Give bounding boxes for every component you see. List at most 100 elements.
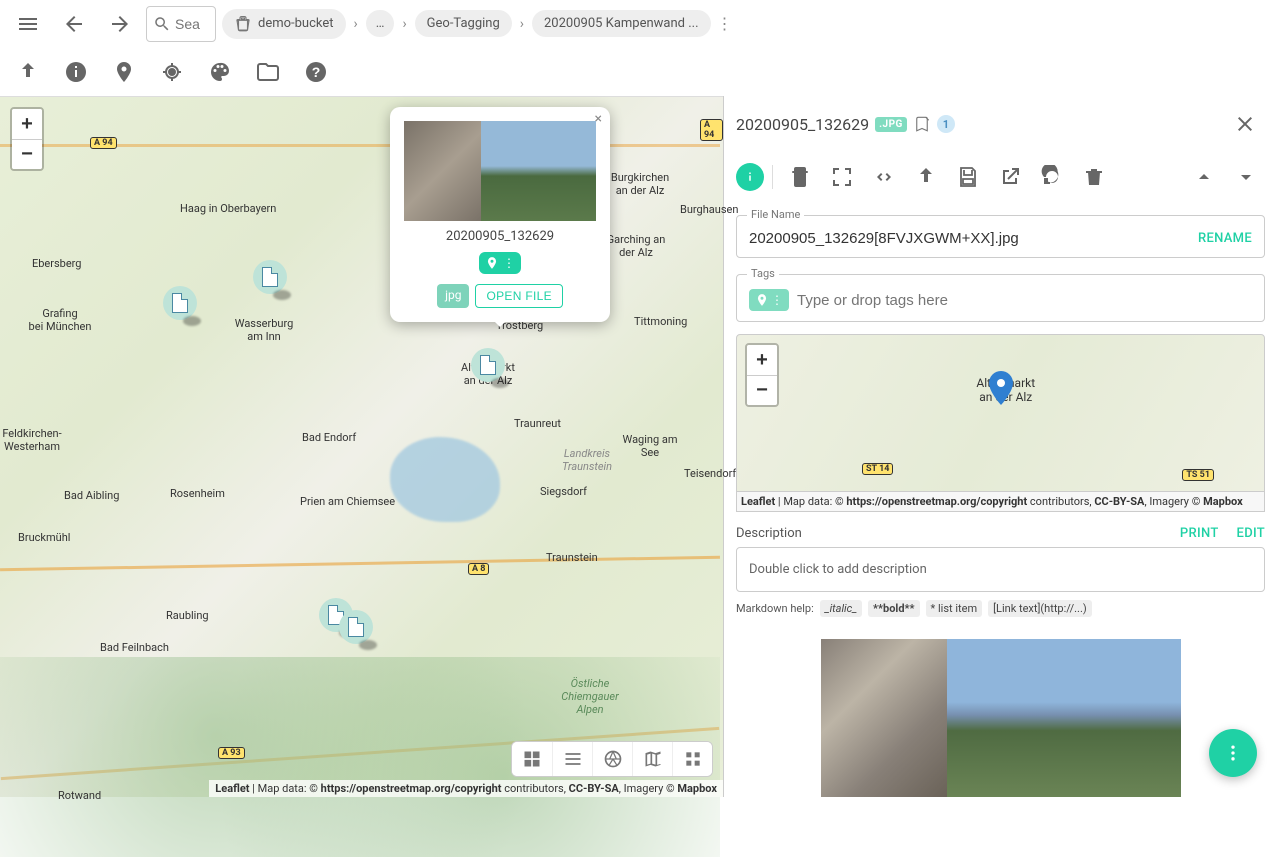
city-label: Garching an der Alz xyxy=(607,233,666,259)
folder-button[interactable] xyxy=(248,52,288,92)
breadcrumb-bucket-label: demo-bucket xyxy=(258,16,334,31)
map-attribution: Leaflet | Map data: © https://openstreet… xyxy=(209,780,723,797)
panel-header: 20200905_132629 .JPG 1 xyxy=(724,96,1277,152)
search-input[interactable] xyxy=(175,16,205,32)
fullscreen-button[interactable] xyxy=(823,158,861,196)
breadcrumb-menu-button[interactable]: ⋮ xyxy=(715,14,735,33)
city-label: Grafing bei München xyxy=(29,307,92,333)
print-button[interactable]: PRINT xyxy=(1180,526,1219,541)
popup-title: 20200905_132629 xyxy=(404,229,596,244)
map-file-marker[interactable] xyxy=(253,260,287,294)
main-map[interactable]: A 94 A 94 A 8 A 93 Haag in Oberbayern Eb… xyxy=(0,96,723,797)
tag-location-chip[interactable]: ⋮ xyxy=(749,289,789,311)
city-label: Burgkirchen an der Alz xyxy=(611,171,669,197)
city-label: Bad Aibling xyxy=(64,489,119,502)
mini-zoom-in[interactable]: + xyxy=(747,345,777,375)
map-file-marker[interactable] xyxy=(163,286,197,320)
city-label: Haag in Oberbayern xyxy=(180,202,276,215)
panel-close-button[interactable] xyxy=(1225,104,1265,144)
svg-text:?: ? xyxy=(312,64,321,80)
panel-title: 20200905_132629 xyxy=(736,115,869,134)
view-grid-button[interactable] xyxy=(512,742,552,776)
view-aperture-button[interactable] xyxy=(592,742,632,776)
popup-thumbnail[interactable] xyxy=(404,121,596,221)
map-tiles: A 94 A 94 A 8 A 93 Haag in Oberbayern Eb… xyxy=(0,97,723,797)
map-file-marker-active[interactable] xyxy=(471,348,505,382)
info-button[interactable] xyxy=(56,52,96,92)
tags-label: Tags xyxy=(747,267,779,280)
breadcrumb-file[interactable]: 20200905 Kampenwand ... xyxy=(532,10,711,37)
ext-badge: .JPG xyxy=(875,117,907,132)
mini-map-pin xyxy=(989,371,1013,405)
bookmark-icon[interactable] xyxy=(913,115,931,133)
topbar: demo-bucket › … › Geo-Tagging › 20200905… xyxy=(0,0,1277,48)
clipboard-button[interactable] xyxy=(781,158,819,196)
breadcrumb-ellipsis[interactable]: … xyxy=(366,10,395,37)
open-external-button[interactable] xyxy=(991,158,1029,196)
menu-button[interactable] xyxy=(8,4,48,44)
popup-location-badge[interactable]: ⋮ xyxy=(479,252,521,274)
description-label: Description xyxy=(736,526,802,541)
more-icon: ⋮ xyxy=(771,293,783,307)
code-button[interactable] xyxy=(865,158,903,196)
prev-item-button[interactable] xyxy=(1185,158,1223,196)
upload-button[interactable] xyxy=(907,158,945,196)
road-shield-a94b: A 94 xyxy=(700,119,723,141)
city-label: Ebersberg xyxy=(32,257,81,270)
palette-button[interactable] xyxy=(200,52,240,92)
image-preview[interactable] xyxy=(821,639,1181,797)
popup-ext-chip: jpg xyxy=(437,284,469,308)
road-shield-a94: A 94 xyxy=(90,137,117,149)
map-toolbar: ? xyxy=(0,48,1277,96)
help-button[interactable]: ? xyxy=(296,52,336,92)
view-list-button[interactable] xyxy=(552,742,592,776)
tags-input[interactable] xyxy=(797,292,1252,309)
search-field[interactable] xyxy=(146,6,216,42)
save-button[interactable] xyxy=(949,158,987,196)
tags-field: Tags ⋮ xyxy=(736,274,1265,322)
md-link-chip: [Link text](http://...) xyxy=(988,600,1092,617)
view-tree-button[interactable] xyxy=(672,742,712,776)
nav-back-button[interactable] xyxy=(54,4,94,44)
pin-icon xyxy=(485,256,499,270)
detail-mini-map[interactable]: + − Altenmarkt an der Alz ST 14 TS 51 xyxy=(736,334,1265,492)
breadcrumb-folder[interactable]: Geo-Tagging xyxy=(415,10,512,37)
city-label: Burghausen xyxy=(680,203,738,216)
city-label: Bad Endorf xyxy=(302,431,356,444)
next-item-button[interactable] xyxy=(1227,158,1265,196)
view-map-button[interactable] xyxy=(632,742,672,776)
refresh-button[interactable] xyxy=(1033,158,1071,196)
locate-me-button[interactable] xyxy=(152,52,192,92)
map-view-switcher xyxy=(511,741,713,777)
search-icon xyxy=(153,15,171,33)
breadcrumb-bucket[interactable]: demo-bucket xyxy=(222,9,346,39)
city-label: Bad Feilnbach xyxy=(100,641,169,654)
breadcrumb-sep: › xyxy=(518,16,526,32)
city-label: Traunreut xyxy=(514,417,561,430)
road-shield-a93: A 93 xyxy=(218,747,245,759)
city-label: Waging am See xyxy=(622,433,677,459)
filename-input[interactable] xyxy=(749,230,1190,247)
city-label: Rosenheim xyxy=(170,487,225,500)
map-file-marker[interactable] xyxy=(339,610,373,644)
nav-forward-button[interactable] xyxy=(100,4,140,44)
details-panel: 20200905_132629 .JPG 1 xyxy=(723,96,1277,797)
edit-button[interactable]: EDIT xyxy=(1237,526,1265,541)
location-pin-button[interactable] xyxy=(104,52,144,92)
city-label: Bruckmühl xyxy=(18,531,70,544)
delete-button[interactable] xyxy=(1075,158,1113,196)
mini-zoom-out[interactable]: − xyxy=(747,375,777,405)
zoom-in-button[interactable]: + xyxy=(12,109,42,139)
description-box[interactable]: Double click to add description xyxy=(736,547,1265,592)
panel-info-tab[interactable] xyxy=(736,163,764,191)
rename-button[interactable]: RENAME xyxy=(1198,231,1252,246)
city-label: Siegsdorf xyxy=(540,485,587,498)
filename-label: File Name xyxy=(747,208,804,221)
zoom-out-button[interactable]: − xyxy=(12,139,42,169)
fab-more-button[interactable] xyxy=(1209,729,1257,777)
road-shield-a8: A 8 xyxy=(468,563,489,575)
mini-map-attribution: Leaflet | Map data: © https://openstreet… xyxy=(736,492,1265,512)
popup-open-file-button[interactable]: OPEN FILE xyxy=(475,284,562,308)
city-label: Feldkirchen- Westerham xyxy=(2,427,61,453)
upload-button[interactable] xyxy=(8,52,48,92)
